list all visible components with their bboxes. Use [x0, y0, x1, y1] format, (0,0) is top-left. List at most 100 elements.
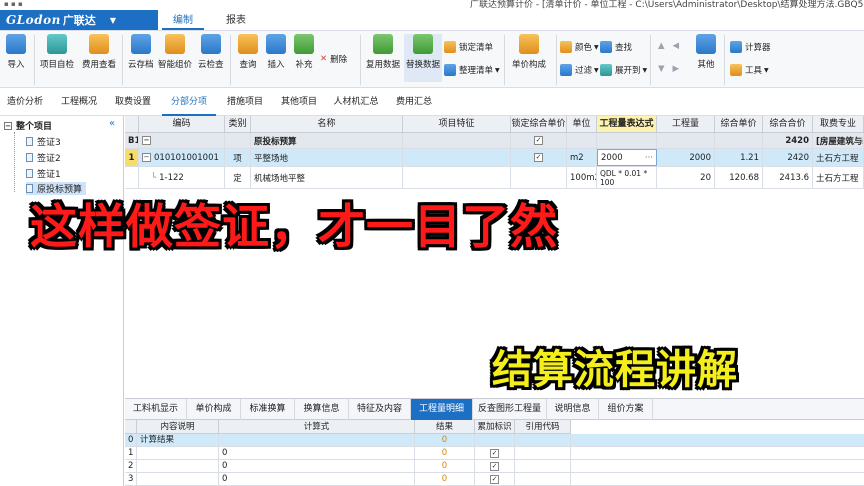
checkbox-checked[interactable]: ✓	[534, 136, 543, 145]
tab-fee-settings[interactable]: 取费设置	[108, 89, 158, 116]
row-feature	[403, 167, 511, 188]
tab-fee-summary[interactable]: 费用汇总	[388, 89, 440, 116]
project-tree: « − 整个项目 签证3 签证2 签证1 原投标预算	[0, 116, 124, 486]
copy-data-button[interactable]: 复用数据	[366, 34, 400, 70]
cloud-check-button[interactable]: 云检查	[198, 34, 224, 70]
header-code[interactable]: 编码	[139, 116, 225, 133]
expand-to-button[interactable]: 展开到 ▼	[600, 64, 647, 76]
other-button[interactable]: 其他	[696, 34, 716, 70]
import-button[interactable]: 导入	[6, 34, 26, 70]
row-type: 定	[225, 167, 251, 188]
tab-sub-items[interactable]: 分部分项	[162, 89, 216, 116]
lock-list-button[interactable]: 锁定清单	[444, 41, 493, 53]
fee-view-button[interactable]: 费用查看	[82, 34, 116, 70]
tab-features-content[interactable]: 特征及内容	[349, 399, 411, 420]
chevron-down-icon: ▼	[495, 66, 500, 74]
row-unit	[567, 133, 597, 148]
row-code: └ 1-122	[139, 167, 225, 188]
header-feature[interactable]: 项目特征	[403, 116, 511, 133]
table-row-division[interactable]: B1 − 原投标预算 ✓ 2420 [房屋建筑与装饰工程]	[125, 133, 864, 149]
collapse-panel-icon[interactable]: «	[109, 118, 115, 129]
tab-price-composition[interactable]: 单价构成	[187, 399, 241, 420]
tab-labor-material-display[interactable]: 工料机显示	[125, 399, 187, 420]
header-unit[interactable]: 单位	[567, 116, 597, 133]
tab-qty-details[interactable]: 工程量明细	[411, 399, 473, 420]
tab-pricing-scheme[interactable]: 组价方案	[599, 399, 653, 420]
header-fee-category[interactable]: 取费专业	[813, 116, 864, 133]
detail-row[interactable]: 2 0 0 ✓	[125, 460, 864, 473]
header-qty[interactable]: 工程量	[657, 116, 715, 133]
query-button[interactable]: 查询	[238, 34, 258, 70]
supplement-button[interactable]: 补充	[294, 34, 314, 70]
header-accumulate[interactable]: 累加标识	[475, 420, 515, 434]
ellipsis-icon[interactable]: ···	[645, 153, 653, 163]
replace-data-button[interactable]: 替换数据	[404, 34, 443, 82]
tab-labor-material-summary[interactable]: 人材机汇总	[328, 89, 384, 116]
unit-price-button[interactable]: 单价构成	[512, 34, 546, 70]
checkbox-checked[interactable]: ✓	[490, 475, 499, 484]
tab-conversion-info[interactable]: 换算信息	[295, 399, 349, 420]
find-button[interactable]: 查找	[600, 41, 632, 53]
tree-node-root[interactable]: − 整个项目	[4, 119, 52, 132]
tab-cost-analysis[interactable]: 造价分析	[0, 89, 50, 116]
color-button[interactable]: 颜色 ▼	[560, 41, 599, 53]
header-formula[interactable]: 计算式	[219, 420, 415, 434]
tab-project-overview[interactable]: 工程概况	[54, 89, 104, 116]
row-lock	[511, 167, 567, 188]
app-logo-menu[interactable]: GLodon 广联达 ▼	[0, 10, 158, 30]
row-total: 2413.6	[763, 167, 813, 188]
header-unit-price[interactable]: 综合单价	[715, 116, 763, 133]
table-row-selected[interactable]: 1 −010101001001 项 平整场地 ✓ m2 2000 ··· 2000…	[125, 149, 864, 167]
header-name[interactable]: 名称	[251, 116, 403, 133]
cloud-archive-button[interactable]: 云存档	[128, 34, 154, 70]
title-bar: ▪ ▪ ▪ 广联达预算计价 - [清单计价 - 单位工程 - C:\Users\…	[0, 0, 864, 30]
collapse-icon[interactable]: −	[142, 153, 151, 162]
header-ref-code[interactable]: 引用代码	[515, 420, 571, 434]
header-total[interactable]: 综合合价	[763, 116, 813, 133]
tab-edit[interactable]: 编制	[162, 12, 204, 30]
header-qty-expr[interactable]: 工程量表达式	[597, 116, 657, 133]
tools-button[interactable]: 工具 ▼	[730, 64, 769, 76]
delete-button[interactable]: ✕ 删除	[320, 53, 347, 65]
detail-row-result[interactable]: 0 计算结果 0	[125, 434, 864, 447]
cloud-search-icon	[200, 34, 221, 54]
checkbox-checked[interactable]: ✓	[490, 449, 499, 458]
header-result[interactable]: 结果	[415, 420, 475, 434]
checkbox-checked[interactable]: ✓	[534, 153, 543, 162]
tab-description[interactable]: 说明信息	[547, 399, 599, 420]
tree-node-visa2[interactable]: 签证2	[26, 151, 61, 164]
row-price: 1.21	[715, 149, 763, 166]
tree-node-visa1[interactable]: 签证1	[26, 167, 61, 180]
header-type[interactable]: 类别	[225, 116, 251, 133]
quick-access-toolbar[interactable]: ▪ ▪ ▪	[4, 0, 23, 8]
move-up-button[interactable]: ▲ ◀	[658, 41, 679, 51]
row-qty: 2000	[657, 149, 715, 166]
tree-node-visa3[interactable]: 签证3	[26, 135, 61, 148]
move-down-button[interactable]: ▼ ▶	[658, 64, 679, 74]
checkbox-checked[interactable]: ✓	[490, 462, 499, 471]
detail-row[interactable]: 1 0 0 ✓	[125, 447, 864, 460]
self-check-button[interactable]: 项目自检	[40, 34, 74, 70]
close-icon: ✕	[320, 54, 328, 64]
collapse-icon[interactable]: −	[4, 121, 12, 130]
calculator-button[interactable]: 计算器	[730, 41, 771, 53]
tab-report[interactable]: 报表	[216, 12, 256, 30]
header-lock-price[interactable]: 锁定综合单价	[511, 116, 567, 133]
tab-standard-conversion[interactable]: 标准换算	[241, 399, 295, 420]
organize-list-button[interactable]: 整理清单 ▼	[444, 64, 500, 76]
search-icon	[238, 34, 258, 54]
row-qty	[657, 133, 715, 148]
header-desc[interactable]: 内容说明	[137, 420, 219, 434]
table-row[interactable]: └ 1-122 定 机械场地平整 100m2 QDL * 0.01 * 100 2…	[125, 167, 864, 189]
insert-button[interactable]: 插入	[266, 34, 286, 70]
tree-node-original-bid[interactable]: 原投标预算	[26, 182, 87, 195]
collapse-icon[interactable]: −	[142, 136, 151, 145]
tab-reverse-graphic-qty[interactable]: 反查图形工程量	[473, 399, 547, 420]
smart-price-button[interactable]: 智能组价	[158, 34, 192, 70]
detail-row[interactable]: 3 0 0 ✓	[125, 473, 864, 486]
tab-other-items[interactable]: 其他项目	[274, 89, 324, 116]
qty-expression-input[interactable]: 2000 ···	[597, 149, 657, 166]
overlay-caption-sub: 结算流程讲解	[492, 347, 738, 393]
tab-measures[interactable]: 措施项目	[220, 89, 270, 116]
filter-button[interactable]: 过滤 ▼	[560, 64, 599, 76]
